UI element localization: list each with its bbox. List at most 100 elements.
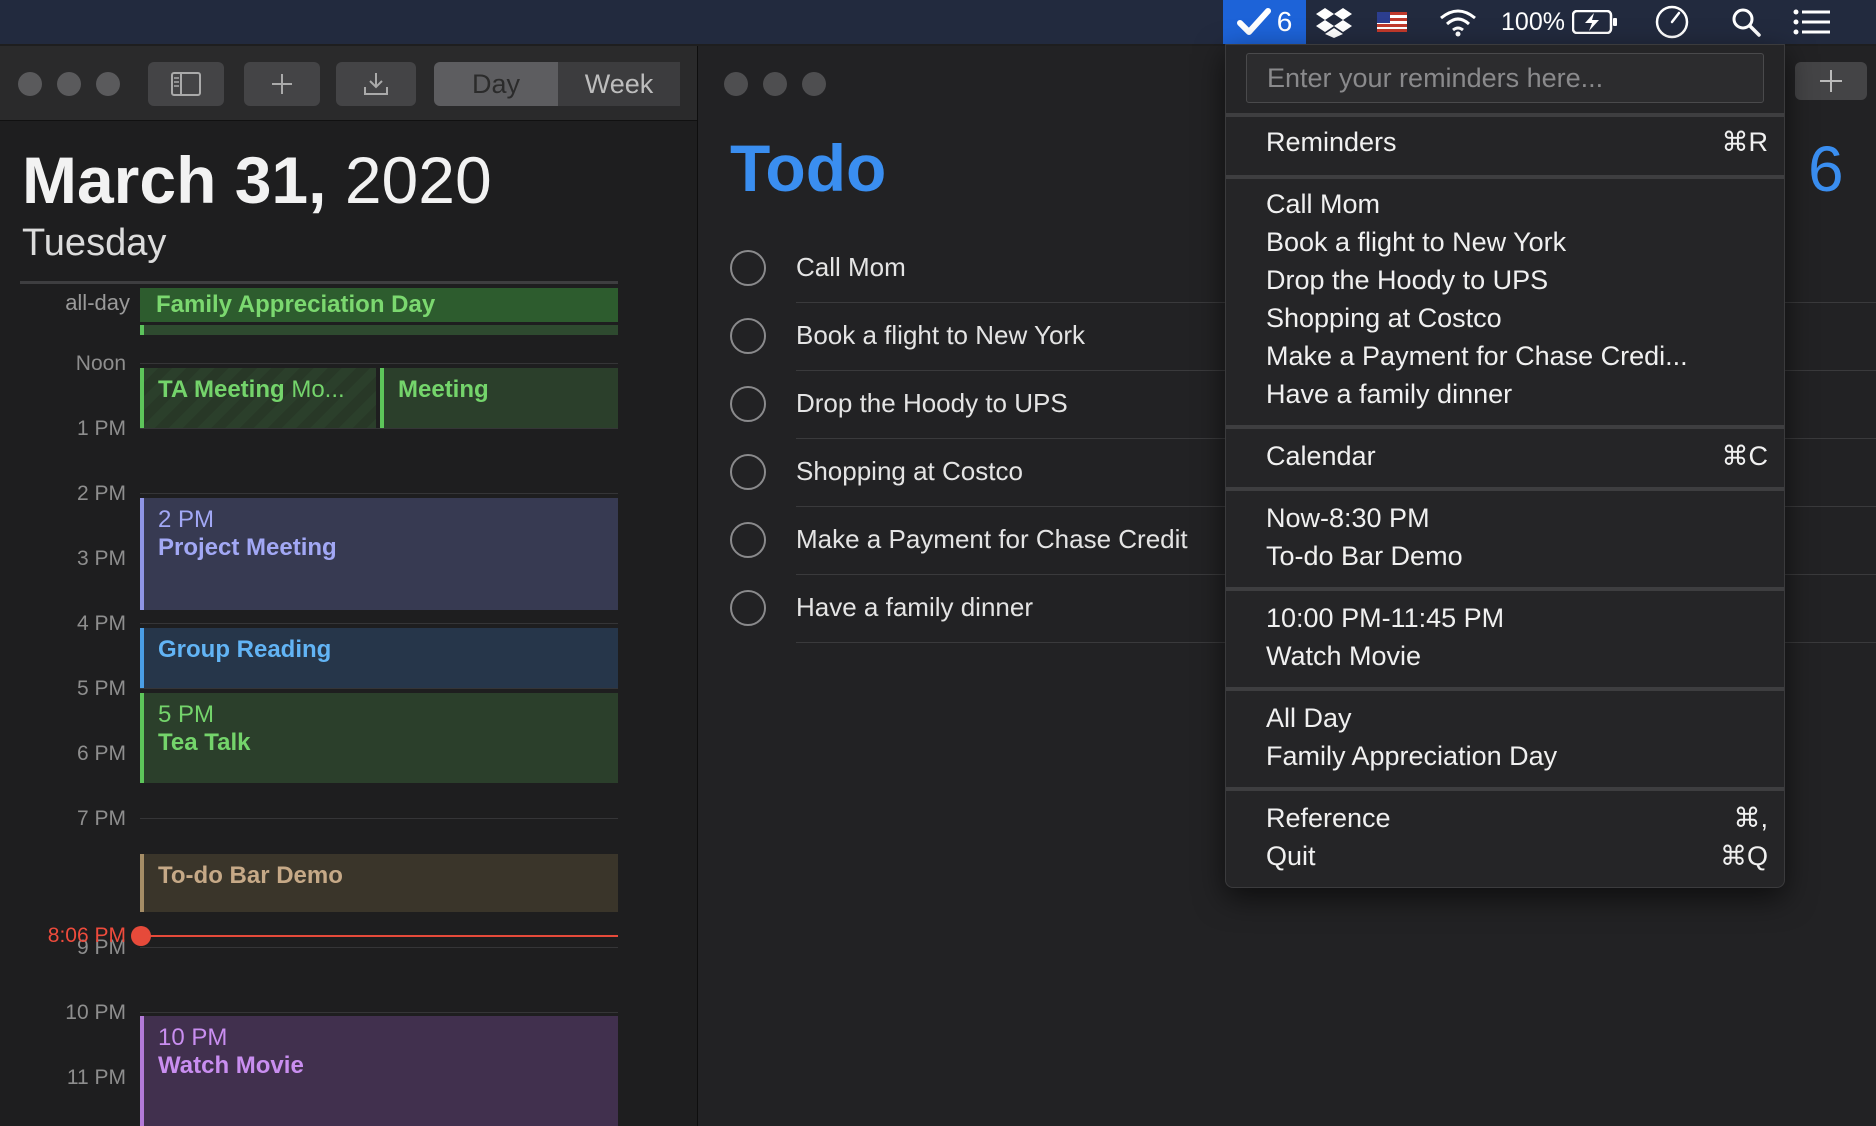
menu-item-reminder[interactable]: Make a Payment for Chase Credi... [1266, 341, 1768, 372]
event-title: Watch Movie [158, 1052, 304, 1079]
hour-gridline [140, 428, 618, 429]
menu-separator [1226, 587, 1784, 591]
weekday-label: Tuesday [22, 222, 167, 264]
todo-item-label[interactable]: Call Mom [796, 252, 906, 283]
todo-list-count: 6 [1808, 133, 1844, 205]
todo-item-label[interactable]: Make a Payment for Chase Credit [796, 524, 1188, 555]
menu-event-name[interactable]: To-do Bar Demo [1266, 541, 1768, 572]
close-window-button[interactable] [18, 72, 42, 96]
checkmark-icon [1236, 8, 1271, 35]
todo-item-label[interactable]: Have a family dinner [796, 592, 1033, 623]
hour-label: 2 PM [76, 482, 126, 505]
event-title: Group Reading [158, 636, 332, 663]
todo-checkbox[interactable] [730, 454, 766, 490]
menu-item-shortcut: ⌘R [1721, 127, 1769, 157]
minimize-window-button[interactable] [57, 72, 81, 96]
hour-gridline [140, 493, 618, 494]
menu-item-calendar[interactable]: Calendar ⌘C [1266, 441, 1768, 472]
current-time-label: 8:06 PM [47, 924, 126, 947]
clock-icon[interactable] [1652, 0, 1692, 44]
battery-charging-icon[interactable] [1570, 0, 1620, 44]
notification-center-icon[interactable] [1792, 0, 1832, 44]
event-meeting[interactable]: Meeting [380, 368, 618, 428]
todo-item-label[interactable]: Shopping at Costco [796, 456, 1023, 487]
todo-bar-status-item[interactable]: 6 [1223, 0, 1306, 44]
menu-item-reminder[interactable]: Call Mom [1266, 189, 1768, 220]
add-todo-button[interactable] [1795, 62, 1867, 100]
download-icon [364, 73, 388, 95]
menu-item-label: Calendar [1266, 441, 1376, 471]
menu-separator [1226, 687, 1784, 691]
sidebar-icon [171, 72, 201, 96]
menu-item-quit[interactable]: Quit ⌘Q [1266, 841, 1768, 872]
todo-checkbox[interactable] [730, 250, 766, 286]
todo-checkbox[interactable] [730, 386, 766, 422]
event-time: 10 PM [158, 1024, 228, 1051]
event-title: Tea Talk [158, 729, 251, 756]
event-time: 2 PM [158, 506, 215, 533]
todo-item-label[interactable]: Book a flight to New York [796, 320, 1085, 351]
todo-checkbox[interactable] [730, 590, 766, 626]
hour-label: 4 PM [76, 612, 126, 635]
event-title: To-do Bar Demo [158, 862, 343, 889]
menu-item-shortcut: ⌘Q [1719, 841, 1768, 871]
sidebar-toggle-button[interactable] [148, 62, 224, 106]
event-watch-movie[interactable]: 10 PM Watch Movie [140, 1016, 618, 1126]
todo-item-label[interactable]: Drop the Hoody to UPS [796, 388, 1068, 419]
dropbox-icon[interactable] [1314, 0, 1354, 44]
spotlight-search-icon[interactable] [1728, 0, 1764, 44]
zoom-window-button[interactable] [802, 72, 826, 96]
todo-checkbox[interactable] [730, 318, 766, 354]
event-todo-bar-demo[interactable]: To-do Bar Demo [140, 854, 618, 912]
day-view-tab[interactable]: Day [434, 62, 558, 106]
zoom-window-button[interactable] [96, 72, 120, 96]
reminder-input[interactable] [1246, 53, 1764, 103]
hour-gridline [140, 363, 618, 364]
menu-item-reference[interactable]: Reference ⌘, [1266, 803, 1768, 834]
plus-icon [1820, 70, 1842, 92]
minimize-window-button[interactable] [763, 72, 787, 96]
plus-icon [272, 74, 292, 94]
date-year: 2020 [326, 143, 492, 217]
menu-item-reminder[interactable]: Book a flight to New York [1266, 227, 1768, 258]
menu-item-reminder[interactable]: Drop the Hoody to UPS [1266, 265, 1768, 296]
event-title: TA Meeting [158, 376, 285, 403]
menu-event-name[interactable]: Family Appreciation Day [1266, 741, 1768, 772]
menu-item-reminders[interactable]: Reminders ⌘R [1266, 127, 1768, 158]
allday-overflow-bar [140, 325, 618, 335]
event-tea-talk[interactable]: 5 PM Tea Talk [140, 693, 618, 783]
event-group-reading[interactable]: Group Reading [140, 628, 618, 688]
todo-checkbox[interactable] [730, 522, 766, 558]
event-ta-meeting[interactable]: TA Meeting Mo... [140, 368, 376, 428]
allday-event[interactable]: Family Appreciation Day [140, 288, 618, 322]
hour-label: Noon [75, 352, 126, 375]
download-button[interactable] [336, 62, 416, 106]
us-flag-icon[interactable] [1376, 0, 1408, 44]
menu-separator [1226, 113, 1784, 117]
todo-count-badge: 6 [1276, 6, 1293, 37]
menu-separator [1226, 787, 1784, 791]
event-project-meeting[interactable]: 2 PM Project Meeting [140, 498, 618, 610]
allday-label: all-day [65, 290, 130, 315]
add-event-button[interactable] [244, 62, 320, 106]
calendar-toolbar: Day Week [0, 46, 700, 121]
hour-label: 7 PM [76, 807, 126, 830]
wifi-icon[interactable] [1436, 0, 1480, 44]
menu-item-label: Reference [1266, 803, 1391, 833]
menu-event-time[interactable]: 10:00 PM-11:45 PM [1266, 603, 1768, 634]
menu-event-name[interactable]: Watch Movie [1266, 641, 1768, 672]
hour-gridline [140, 688, 618, 689]
event-title: Project Meeting [158, 534, 337, 561]
battery-percent[interactable]: 100% [1500, 0, 1566, 44]
hour-label: 5 PM [76, 677, 126, 700]
todo-list-title: Todo [730, 131, 887, 205]
menu-item-label: Reminders [1266, 127, 1397, 157]
week-view-tab[interactable]: Week [558, 62, 680, 106]
event-title: Meeting [398, 376, 489, 403]
menu-item-reminder[interactable]: Shopping at Costco [1266, 303, 1768, 334]
menu-event-time[interactable]: All Day [1266, 703, 1768, 734]
menu-event-time[interactable]: Now-8:30 PM [1266, 503, 1768, 534]
close-window-button[interactable] [724, 72, 748, 96]
menu-item-reminder[interactable]: Have a family dinner [1266, 379, 1768, 410]
date-title: March 31, 2020 [22, 142, 492, 218]
